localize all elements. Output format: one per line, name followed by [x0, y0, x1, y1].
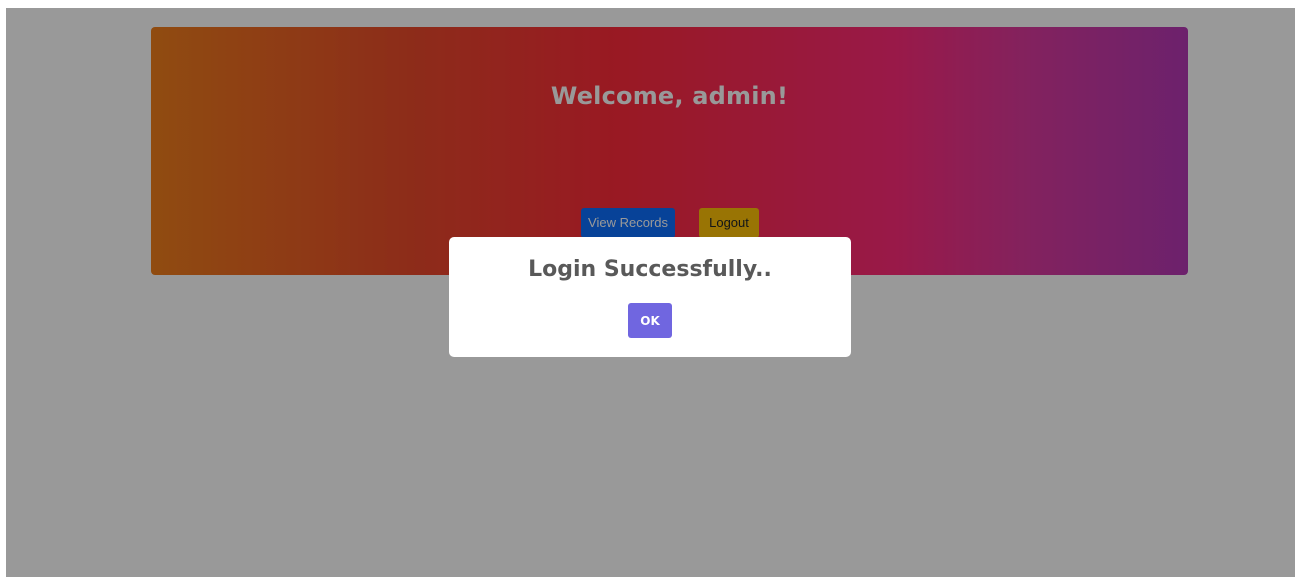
- dialog-message: Login Successfully..: [528, 257, 772, 282]
- login-success-dialog: Login Successfully.. OK: [449, 237, 851, 357]
- ok-button[interactable]: OK: [628, 303, 672, 338]
- page-viewport: Welcome, admin! View Records Logout Logi…: [6, 8, 1295, 577]
